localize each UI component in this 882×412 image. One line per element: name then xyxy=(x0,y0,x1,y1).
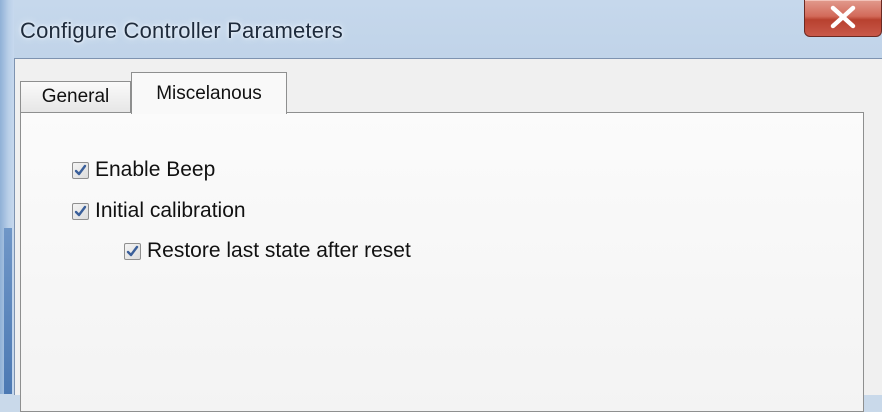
close-icon xyxy=(830,5,856,29)
checkmark-icon xyxy=(126,245,139,256)
checkmark-icon xyxy=(74,205,87,216)
background-window-edge xyxy=(4,228,12,394)
enable-beep-checkbox[interactable] xyxy=(72,161,89,179)
window-title: Configure Controller Parameters xyxy=(20,18,343,43)
title-bar[interactable]: Configure Controller Parameters xyxy=(14,0,882,58)
checkmark-icon xyxy=(74,164,87,175)
initial-calibration-checkbox[interactable] xyxy=(72,202,89,220)
enable-beep-label: Enable Beep xyxy=(95,158,216,181)
restore-state-option[interactable]: Restore last state after reset xyxy=(124,239,411,263)
close-button[interactable] xyxy=(804,0,882,37)
tab-general-label: General xyxy=(41,86,110,107)
restore-state-checkbox[interactable] xyxy=(124,242,141,260)
window-left-border xyxy=(0,0,14,394)
enable-beep-option[interactable]: Enable Beep xyxy=(72,158,215,182)
tab-general[interactable]: General xyxy=(20,81,131,112)
initial-calibration-label: Initial calibration xyxy=(95,199,246,222)
dialog-window: Configure Controller Parameters General … xyxy=(0,0,882,412)
tab-miscelanous[interactable]: Miscelanous xyxy=(131,72,287,114)
restore-state-label: Restore last state after reset xyxy=(147,239,411,262)
tab-miscelanous-label: Miscelanous xyxy=(156,83,262,104)
initial-calibration-option[interactable]: Initial calibration xyxy=(72,199,246,223)
